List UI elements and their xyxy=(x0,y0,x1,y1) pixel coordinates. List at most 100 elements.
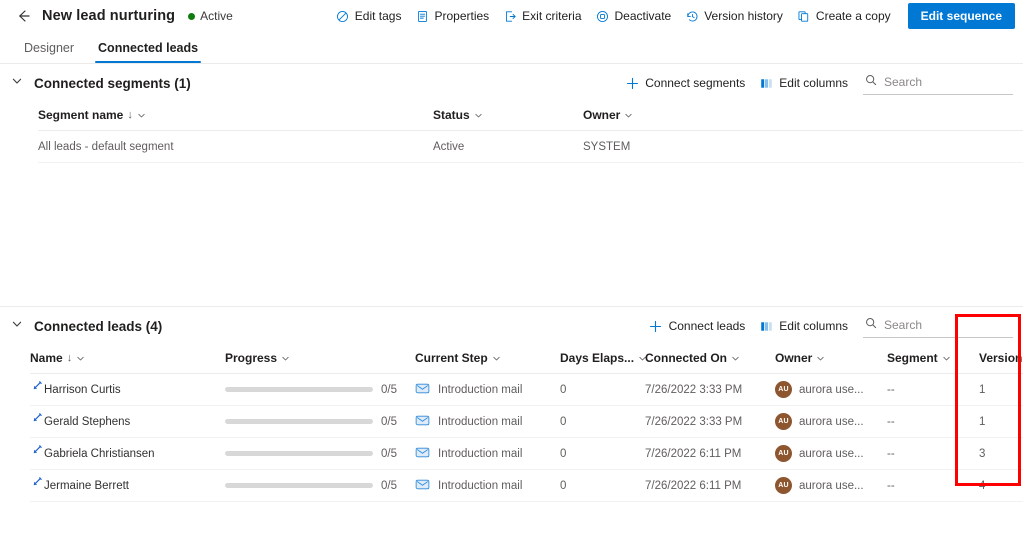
mail-icon xyxy=(415,477,430,495)
lead-entity-icon xyxy=(30,444,43,460)
plus-icon xyxy=(649,319,663,333)
column-header-connected-on[interactable]: Connected On xyxy=(645,345,775,374)
chevron-down-icon[interactable] xyxy=(76,354,85,363)
create-a-copy-button[interactable]: Create a copy xyxy=(790,5,898,27)
status-badge: Active xyxy=(188,9,233,23)
column-header-progress[interactable]: Progress xyxy=(225,345,415,374)
connect-segments-button[interactable]: Connect segments xyxy=(618,72,752,94)
stop-circle-icon xyxy=(596,9,610,23)
exit-criteria-label: Exit criteria xyxy=(522,9,582,23)
connected-segments-table: Segment name ↓ Status Owner All leads - … xyxy=(38,102,1023,163)
cell-name[interactable]: Gerald Stephens xyxy=(30,405,225,438)
lead-entity-icon xyxy=(30,476,43,492)
leads-search-box[interactable] xyxy=(863,314,1013,338)
table-row[interactable]: Gabriela Christiansen 0/5 Introduction m… xyxy=(30,437,1023,470)
segments-search-input[interactable] xyxy=(884,75,1011,89)
chevron-down-icon xyxy=(11,317,23,335)
leads-search-input[interactable] xyxy=(884,318,1011,332)
cell-version: 1 xyxy=(979,373,1023,406)
column-header-current-step[interactable]: Current Step xyxy=(415,345,560,374)
column-header-owner-label: Owner xyxy=(775,351,813,365)
chevron-down-icon[interactable] xyxy=(281,354,290,363)
tab-connected-leads[interactable]: Connected leads xyxy=(86,41,210,63)
exit-icon xyxy=(503,9,517,23)
edit-sequence-button[interactable]: Edit sequence xyxy=(907,3,1015,29)
column-header-days-elapsed[interactable]: Days Elaps... xyxy=(560,345,646,374)
column-header-name-label: Name xyxy=(30,351,63,365)
chevron-down-icon[interactable] xyxy=(624,111,633,120)
table-row[interactable]: Harrison Curtis 0/5 Introduction mail 0 … xyxy=(30,373,1023,406)
column-header-owner[interactable]: Owner xyxy=(775,345,887,374)
column-header-progress-label: Progress xyxy=(225,351,278,365)
segments-edit-columns-label: Edit columns xyxy=(779,76,848,90)
table-row[interactable]: Gerald Stephens 0/5 Introduction mail 0 … xyxy=(30,405,1023,438)
cell-current-step: Introduction mail xyxy=(415,469,560,502)
cell-name[interactable]: Harrison Curtis xyxy=(30,373,225,406)
leads-edit-columns-button[interactable]: Edit columns xyxy=(752,315,855,337)
owner-label: aurora use... xyxy=(799,383,864,396)
connected-segments-collapse-toggle[interactable] xyxy=(4,70,30,96)
column-header-connected-on-label: Connected On xyxy=(645,351,728,365)
edit-tags-button[interactable]: Edit tags xyxy=(329,5,409,27)
chevron-down-icon[interactable] xyxy=(474,111,483,120)
progress-label: 0/5 xyxy=(381,383,397,396)
progress-label: 0/5 xyxy=(381,479,397,492)
column-header-version[interactable]: Version xyxy=(979,345,1023,374)
status-label: Active xyxy=(200,9,233,23)
cell-segment-name[interactable]: All leads - default segment xyxy=(38,130,433,163)
column-header-days-elapsed-label: Days Elaps... xyxy=(560,351,635,365)
cell-name[interactable]: Gabriela Christiansen xyxy=(30,437,225,470)
column-header-segment-name[interactable]: Segment name ↓ xyxy=(38,102,433,131)
progress-label: 0/5 xyxy=(381,415,397,428)
command-bar-actions: Edit tags Properties Exit criteria Deact… xyxy=(329,3,1015,29)
properties-button[interactable]: Properties xyxy=(408,5,496,27)
cell-owner: SYSTEM xyxy=(583,130,1023,163)
column-header-segment[interactable]: Segment xyxy=(887,345,979,374)
progress-label: 0/5 xyxy=(381,447,397,460)
chevron-down-icon[interactable] xyxy=(492,354,501,363)
column-header-name[interactable]: Name ↓ xyxy=(30,345,225,374)
column-header-version-label: Version xyxy=(979,351,1023,365)
command-bar: New lead nurturing Active Edit tags Prop… xyxy=(0,0,1023,32)
deactivate-button[interactable]: Deactivate xyxy=(589,5,679,27)
table-row[interactable]: Jermaine Berrett 0/5 Introduction mail 0… xyxy=(30,469,1023,502)
connect-segments-label: Connect segments xyxy=(645,76,746,90)
column-header-status[interactable]: Status xyxy=(433,102,583,131)
cell-segment: -- xyxy=(887,373,979,406)
cell-connected-on: 7/26/2022 6:11 PM xyxy=(645,469,775,502)
avatar: AU xyxy=(775,381,792,398)
history-icon xyxy=(685,9,699,23)
cell-status: Active xyxy=(433,130,583,163)
connected-segments-header: Connected segments (1) Connect segments … xyxy=(0,64,1023,102)
segments-edit-columns-button[interactable]: Edit columns xyxy=(752,72,855,94)
avatar: AU xyxy=(775,413,792,430)
lead-name-link[interactable]: Gabriela Christiansen xyxy=(44,448,155,460)
edit-columns-icon xyxy=(759,76,773,90)
progress-bar xyxy=(225,387,373,392)
lead-name-link[interactable]: Harrison Curtis xyxy=(44,384,121,396)
segments-search-box[interactable] xyxy=(863,71,1013,95)
chevron-down-icon[interactable] xyxy=(137,111,146,120)
cell-connected-on: 7/26/2022 3:33 PM xyxy=(645,405,775,438)
connect-leads-button[interactable]: Connect leads xyxy=(642,315,753,337)
table-row[interactable]: All leads - default segment Active SYSTE… xyxy=(38,130,1023,163)
version-history-button[interactable]: Version history xyxy=(678,5,790,27)
chevron-down-icon[interactable] xyxy=(816,354,825,363)
lead-name-link[interactable]: Jermaine Berrett xyxy=(44,480,129,492)
cell-name[interactable]: Jermaine Berrett xyxy=(30,469,225,502)
cell-progress: 0/5 xyxy=(225,405,415,438)
column-header-owner[interactable]: Owner xyxy=(583,102,1023,131)
chevron-down-icon[interactable] xyxy=(731,354,740,363)
cell-connected-on: 7/26/2022 6:11 PM xyxy=(645,437,775,470)
column-header-status-label: Status xyxy=(433,108,470,122)
exit-criteria-button[interactable]: Exit criteria xyxy=(496,5,588,27)
connected-leads-table: Name ↓ Progress Current Step Days Elaps.… xyxy=(30,345,1023,502)
back-button[interactable] xyxy=(10,3,36,29)
chevron-down-icon[interactable] xyxy=(942,354,951,363)
tab-designer[interactable]: Designer xyxy=(12,41,86,63)
table-header-row: Segment name ↓ Status Owner xyxy=(38,102,1023,131)
cell-progress: 0/5 xyxy=(225,469,415,502)
progress-bar xyxy=(225,451,373,456)
connected-leads-collapse-toggle[interactable] xyxy=(4,313,30,339)
lead-name-link[interactable]: Gerald Stephens xyxy=(44,416,130,428)
